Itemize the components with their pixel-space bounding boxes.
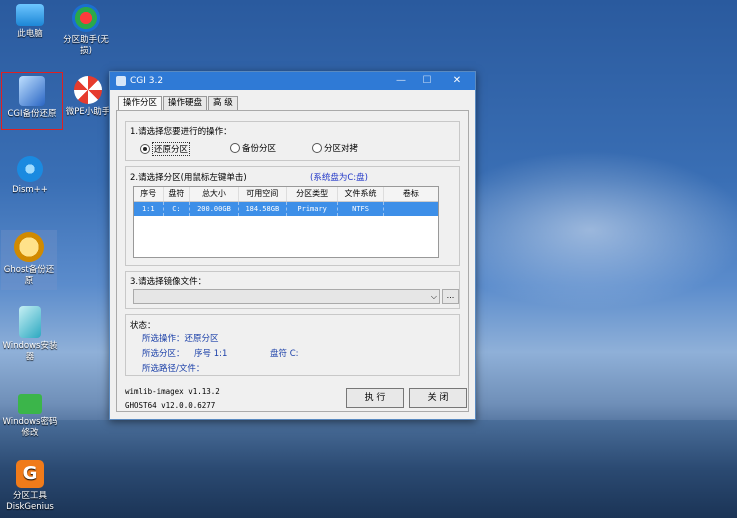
minimize-button[interactable]: — xyxy=(388,72,414,90)
cell-type: Primary xyxy=(287,202,339,216)
status-heading: 状态： xyxy=(130,321,156,331)
tab-strip: 操作分区 操作硬盘 高 级 xyxy=(118,96,239,112)
status-drive-letter: 盘符 C: xyxy=(270,349,299,359)
status-path: 所选路径/文件： xyxy=(142,364,205,374)
column-header[interactable]: 总大小 xyxy=(190,187,239,201)
radio-restore[interactable]: 还原分区 xyxy=(140,142,191,156)
column-header[interactable]: 可用空间 xyxy=(239,187,287,201)
radio-dot xyxy=(230,143,240,153)
desktop-icon-partition-assistant[interactable]: 分区助手(无损) xyxy=(58,4,114,57)
column-header[interactable]: 卷标 xyxy=(384,187,438,201)
partition-table: 序号 盘符 总大小 可用空间 分区类型 文件系统 卷标 1:1 C: 200.0… xyxy=(133,186,439,258)
window-title: CGI 3.2 xyxy=(130,76,164,86)
cell-free: 184.58GB xyxy=(239,202,287,216)
cell-index: 1:1 xyxy=(134,202,164,216)
column-header[interactable]: 分区类型 xyxy=(287,187,339,201)
system-drive-note: (系统盘为C:盘) xyxy=(310,173,368,183)
gears-icon xyxy=(17,156,43,182)
ghost-icon xyxy=(14,232,44,262)
cell-filesystem: NTFS xyxy=(338,202,384,216)
status-operation: 所选操作：还原分区 xyxy=(142,334,219,344)
image-file-heading: 3.请选择镜像文件： xyxy=(130,277,207,287)
desktop-icon-password-changer[interactable]: Windows密码修改 xyxy=(2,384,58,439)
status-partition-label: 所选分区： xyxy=(142,349,185,359)
close-button[interactable]: 关 闭 xyxy=(409,388,467,408)
radio-backup[interactable]: 备份分区 xyxy=(230,142,276,154)
desktop-icon-cgi[interactable]: CGI备份还原 xyxy=(3,76,61,120)
column-header[interactable]: 序号 xyxy=(134,187,164,201)
diskgenius-icon: G xyxy=(16,460,44,488)
table-row[interactable]: 1:1 C: 200.00GB 184.58GB Primary NTFS xyxy=(134,202,438,216)
tab-disk[interactable]: 操作硬盘 xyxy=(163,96,208,110)
title-bar[interactable]: CGI 3.2 — ☐ ✕ xyxy=(110,72,475,90)
lifebuoy-icon xyxy=(74,76,102,104)
radio-dot xyxy=(312,143,322,153)
radio-clone[interactable]: 分区对拷 xyxy=(312,142,358,154)
column-header[interactable]: 盘符 xyxy=(164,187,191,201)
radio-label: 还原分区 xyxy=(152,142,191,156)
maximize-button[interactable]: ☐ xyxy=(414,72,440,90)
installer-icon xyxy=(19,306,41,338)
desktop-icon-label: Ghost备份还原 xyxy=(3,265,55,286)
desktop-icon-diskgenius[interactable]: G 分区工具DiskGenius xyxy=(2,460,58,513)
image-file-combo[interactable]: ⌵ xyxy=(133,289,440,304)
close-window-button[interactable]: ✕ xyxy=(444,72,470,90)
desktop-icon-wepe-helper[interactable]: 微PE小助手 xyxy=(60,76,116,118)
desktop-icon-this-pc[interactable]: 此电脑 xyxy=(2,4,58,40)
desktop-icon-label: CGI备份还原 xyxy=(7,109,57,119)
tab-advanced[interactable]: 高 级 xyxy=(208,96,238,110)
status-group: 状态： 所选操作：还原分区 所选分区： 序号 1:1 盘符 C: 所选路径/文件… xyxy=(125,314,460,376)
radio-dot xyxy=(140,144,150,154)
cgi-window: CGI 3.2 — ☐ ✕ 操作分区 操作硬盘 高 级 1.请选择您要进行的操作… xyxy=(109,71,476,420)
desktop-icon-label: Windows密码修改 xyxy=(2,417,58,438)
partition-assistant-icon xyxy=(72,4,100,32)
tab-panel: 1.请选择您要进行的操作： 还原分区 备份分区 分区对拷 2.请选择分区(用鼠标… xyxy=(116,110,469,412)
browse-button[interactable]: ... xyxy=(442,289,459,304)
desktop-icon-ghost[interactable]: Ghost备份还原 xyxy=(1,230,57,290)
wimlib-version: wimlib-imagex v1.13.2 xyxy=(125,387,220,396)
cell-size: 200.00GB xyxy=(190,202,239,216)
column-header[interactable]: 文件系统 xyxy=(338,187,384,201)
status-partition-number: 序号 1:1 xyxy=(194,349,228,359)
chevron-down-icon: ⌵ xyxy=(430,292,437,301)
cell-drive: C: xyxy=(164,202,191,216)
execute-button[interactable]: 执 行 xyxy=(346,388,404,408)
lock-icon xyxy=(18,394,42,414)
table-header: 序号 盘符 总大小 可用空间 分区类型 文件系统 卷标 xyxy=(134,187,438,202)
sea-background xyxy=(0,420,737,518)
desktop-icon-label: Windows安装器 xyxy=(2,341,58,362)
operation-heading: 1.请选择您要进行的操作： xyxy=(130,127,232,137)
sky-glow xyxy=(430,150,737,310)
desktop-icon-dism[interactable]: Dism++ xyxy=(2,156,58,196)
operation-group: 1.请选择您要进行的操作： 还原分区 备份分区 分区对拷 xyxy=(125,121,460,161)
radio-label: 备份分区 xyxy=(242,144,277,154)
desktop-icon-label: Dism++ xyxy=(12,185,48,195)
desktop-icon-windows-installer[interactable]: Windows安装器 xyxy=(2,306,58,363)
cell-label xyxy=(384,202,438,216)
desktop-icon-label: 分区工具DiskGenius xyxy=(6,491,54,512)
desktop-icon-label: 此电脑 xyxy=(17,29,43,39)
app-icon xyxy=(116,76,126,86)
desktop-icon-label: 微PE小助手 xyxy=(65,107,111,117)
computer-icon xyxy=(16,4,44,26)
radio-label: 分区对拷 xyxy=(324,144,359,154)
ghost-version: GHOST64 v12.0.0.6277 xyxy=(125,401,216,410)
desktop-icon-label: 分区助手(无损) xyxy=(63,35,109,56)
cgi-backup-icon xyxy=(19,76,45,106)
partition-heading: 2.请选择分区(用鼠标左键单击) xyxy=(130,173,247,183)
